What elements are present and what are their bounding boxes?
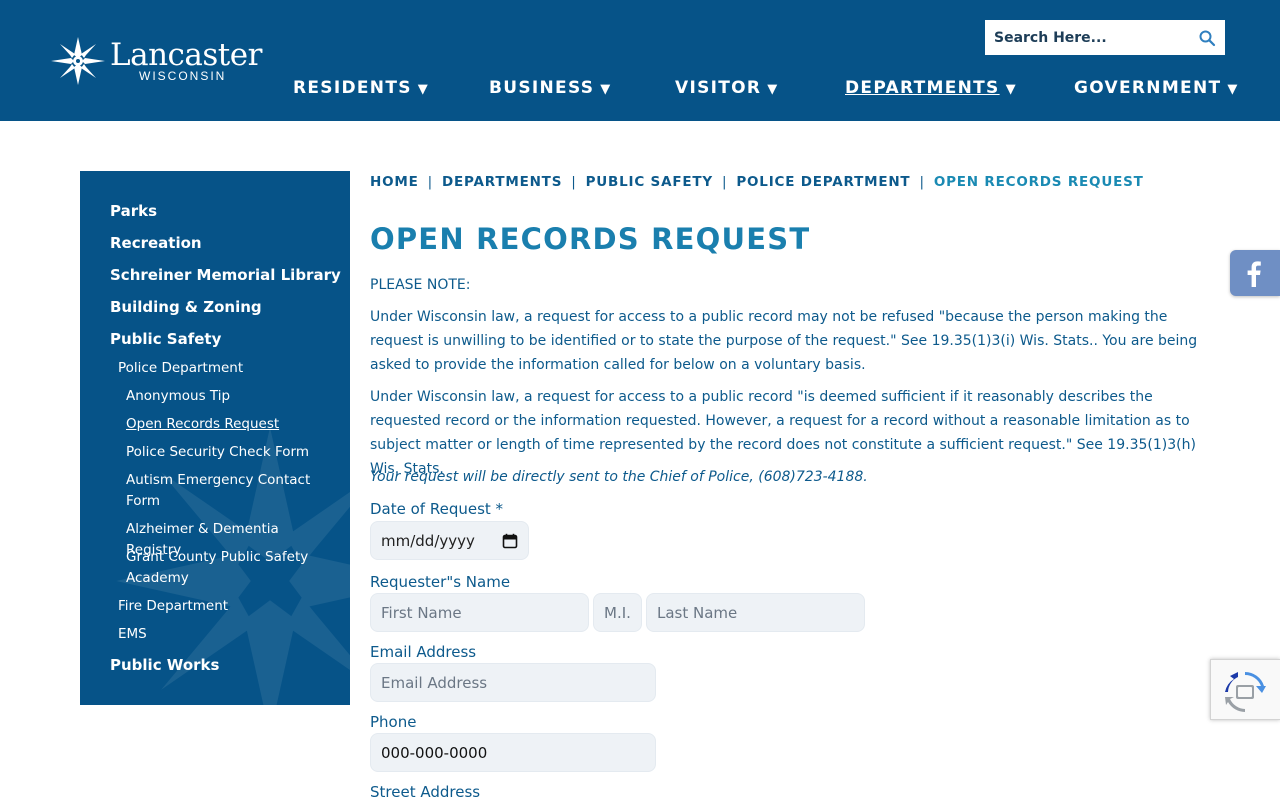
breadcrumb-home[interactable]: HOME [370,174,419,190]
date-field[interactable]: mm/dd/yyyy [370,521,529,560]
breadcrumb-departments[interactable]: DEPARTMENTS [442,174,562,190]
breadcrumb-separator: | [721,174,728,190]
middle-initial-field[interactable] [593,593,642,632]
nav-label: GOVERNMENT [1074,78,1222,98]
breadcrumb-current: OPEN RECORDS REQUEST [933,174,1144,190]
calendar-icon[interactable] [502,533,518,549]
date-label: Date of Request * [370,500,504,518]
sidebar-item-police-security-check[interactable]: Police Security Check Form [126,442,336,463]
sidebar-item-parks[interactable]: Parks [110,202,157,220]
facebook-tab[interactable] [1230,250,1280,296]
chevron-down-icon: ▼ [417,82,428,97]
logo-text: Lancaster WISCONSIN [110,37,262,83]
nav-label: VISITOR [675,78,762,98]
street-address-label: Street Address [370,783,481,800]
email-label: Email Address [370,643,477,661]
nav-residents[interactable]: RESIDENTS ▼ [293,78,428,98]
sidebar-item-grant-county-academy[interactable]: Grant County Public Safety Academy [126,547,336,589]
last-name-field[interactable] [646,593,865,632]
search-input[interactable] [986,22,1186,53]
info-paragraph-1: Under Wisconsin law, a request for acces… [370,309,1198,373]
sidebar-item-library[interactable]: Schreiner Memorial Library [110,266,341,284]
sidebar-item-autism-emergency-contact[interactable]: Autism Emergency Contact Form [126,470,336,512]
recaptcha-icon [1225,672,1266,712]
breadcrumb-public-safety[interactable]: PUBLIC SAFETY [586,174,713,190]
sidebar-item-building-zoning[interactable]: Building & Zoning [110,298,262,316]
first-name-field[interactable] [370,593,589,632]
name-label: Requester"s Name [370,573,511,591]
sidebar-item-police-department[interactable]: Police Department [118,360,243,376]
sidebar: Parks Recreation Schreiner Memorial Libr… [80,171,350,705]
sidebar-item-anonymous-tip[interactable]: Anonymous Tip [126,386,336,407]
breadcrumb: HOME | DEPARTMENTS | PUBLIC SAFETY | POLICE DE… [370,174,1144,190]
sidebar-item-public-works[interactable]: Public Works [110,656,219,674]
sidebar-item-ems[interactable]: EMS [118,626,147,642]
nav-label: RESIDENTS [293,78,412,98]
recaptcha-badge[interactable] [1210,659,1280,720]
chevron-down-icon: ▼ [1227,82,1238,97]
facebook-icon [1247,261,1261,287]
nav-government[interactable]: GOVERNMENT ▼ [1074,78,1237,98]
breadcrumb-separator: | [427,174,433,190]
note-label: PLEASE NOTE: [370,277,471,293]
nav-business[interactable]: BUSINESS ▼ [489,78,610,98]
email-field[interactable] [370,663,656,702]
breadcrumb-separator: | [919,174,925,190]
sidebar-item-open-records-request[interactable]: Open Records Request [126,414,336,435]
nav-departments[interactable]: DEPARTMENTS ▼ [845,78,1016,98]
search-icon[interactable] [1198,29,1216,47]
sidebar-item-fire-department[interactable]: Fire Department [118,598,228,614]
date-value: mm/dd/yyyy [381,531,475,550]
nav-visitor[interactable]: VISITOR ▼ [675,78,777,98]
chevron-down-icon: ▼ [1005,82,1016,97]
nav-label: BUSINESS [489,78,595,98]
page-title: OPEN RECORDS REQUEST [370,222,811,256]
main-nav: RESIDENTS ▼ BUSINESS ▼ VISITOR ▼ DEPARTMENT… [0,78,1280,100]
breadcrumb-police-department[interactable]: POLICE DEPARTMENT [736,174,910,190]
site-header: Lancaster WISCONSIN RESIDENTS ▼ BUSINESS ▼… [0,0,1280,121]
chevron-down-icon: ▼ [767,82,778,97]
sidebar-item-recreation[interactable]: Recreation [110,234,202,252]
phone-label: Phone [370,713,417,731]
search-box [985,20,1225,55]
phone-field[interactable] [370,733,656,772]
breadcrumb-separator: | [571,174,577,190]
logo-name: Lancaster [110,37,262,73]
nav-label: DEPARTMENTS [845,78,1000,98]
chevron-down-icon: ▼ [600,82,611,97]
sidebar-item-public-safety[interactable]: Public Safety [110,330,221,348]
info-paragraph-3: Your request will be directly sent to th… [370,469,868,485]
